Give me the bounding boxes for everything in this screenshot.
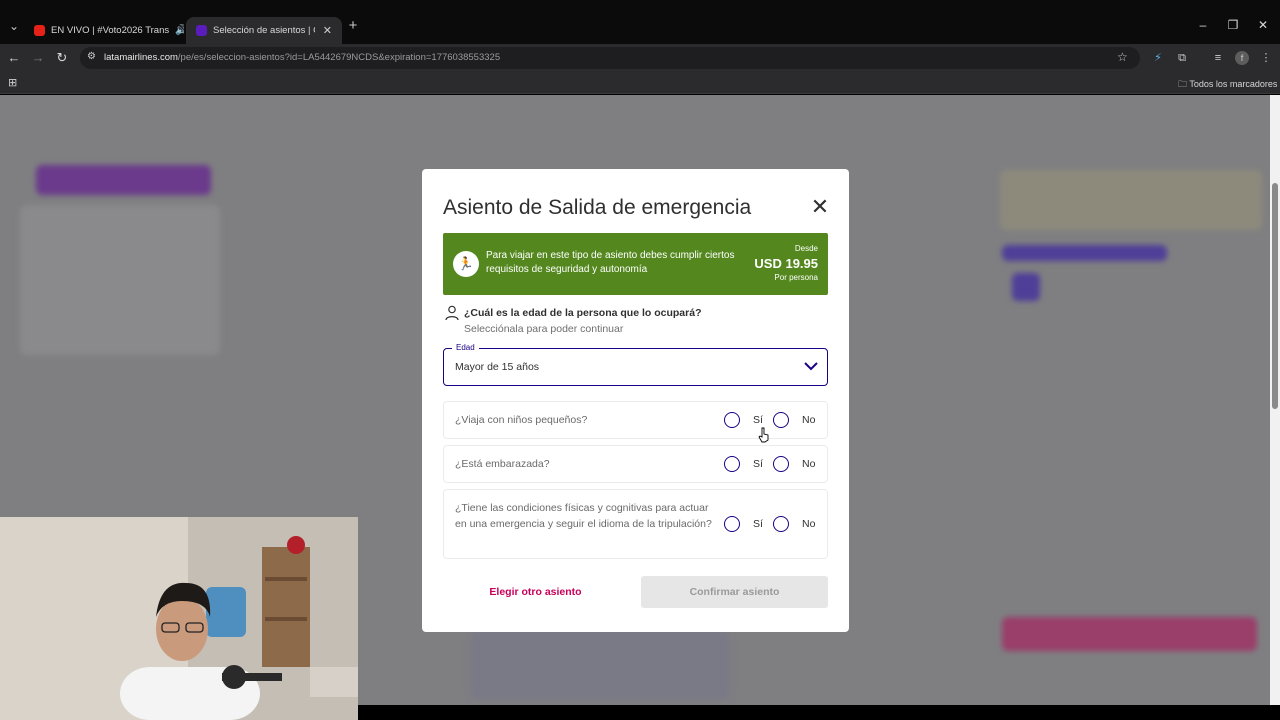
radio-yes[interactable] bbox=[724, 412, 740, 428]
radio-no-label: No bbox=[802, 518, 816, 530]
requirements-banner: 🏃 Para viajar en este tipo de asiento de… bbox=[443, 233, 828, 295]
apps-grid-icon[interactable]: ⊞ bbox=[8, 76, 17, 89]
page-scrollbar[interactable] bbox=[1270, 95, 1280, 705]
background-panel bbox=[1000, 170, 1262, 230]
background-panel bbox=[1002, 245, 1167, 261]
close-tab-icon[interactable]: ✕ bbox=[323, 24, 332, 37]
back-icon[interactable]: ← bbox=[6, 50, 22, 66]
radio-no[interactable] bbox=[773, 516, 789, 532]
new-tab-icon[interactable]: + bbox=[345, 18, 361, 34]
menu-kebab-icon[interactable]: ⋮ bbox=[1258, 50, 1274, 66]
radio-yes[interactable] bbox=[724, 456, 740, 472]
chevron-down-icon bbox=[804, 362, 818, 371]
address-bar[interactable]: ⚙ latamairlines.com/pe/es/seleccion-asie… bbox=[80, 47, 1140, 69]
question-pregnant-row: ¿Está embarazada? Sí No bbox=[443, 445, 828, 483]
background-panel bbox=[470, 630, 730, 700]
choose-other-seat-button[interactable]: Elegir otro asiento bbox=[443, 576, 628, 608]
question-text: ¿Tiene las condiciones físicas y cogniti… bbox=[455, 502, 712, 530]
bookmarks-bar: ⊞ 🗀 Todos los marcadores bbox=[0, 72, 1280, 94]
browser-tab-strip: ⌄ EN VIVO | #Voto2026 Trans 🔊 ✕ Selecció… bbox=[0, 0, 1280, 44]
background-panel bbox=[20, 205, 220, 355]
folder-icon: 🗀 bbox=[1178, 79, 1188, 89]
background-panel bbox=[36, 165, 211, 195]
tab-youtube-live[interactable]: EN VIVO | #Voto2026 Trans 🔊 ✕ bbox=[24, 17, 184, 44]
site-info-icon[interactable]: ⚙ bbox=[87, 51, 96, 62]
tab-title: EN VIVO | #Voto2026 Trans bbox=[51, 25, 170, 36]
question-children-row: ¿Viaja con niños pequeños? Sí No bbox=[443, 401, 828, 439]
forward-icon[interactable]: → bbox=[30, 50, 46, 66]
question-text: ¿Está embarazada? bbox=[455, 458, 550, 470]
age-select[interactable]: Edad Mayor de 15 años bbox=[443, 343, 828, 386]
price-from-label: Desde bbox=[794, 244, 818, 253]
dialog-title: Asiento de Salida de emergencia bbox=[443, 196, 752, 219]
age-select-value: Mayor de 15 años bbox=[455, 361, 540, 373]
speaker-icon[interactable]: 🔊 bbox=[175, 25, 184, 36]
extensions-icon[interactable]: ⧉ bbox=[1174, 50, 1190, 66]
browser-toolbar: ← → ↻ ⚙ latamairlines.com/pe/es/seleccio… bbox=[0, 44, 1280, 72]
bookmark-star-icon[interactable]: ☆ bbox=[1117, 50, 1128, 64]
age-select-label: Edad bbox=[452, 343, 479, 352]
radio-no-label: No bbox=[802, 414, 816, 426]
radio-yes[interactable] bbox=[724, 516, 740, 532]
hand-cursor-icon bbox=[758, 427, 769, 443]
seat-price: USD 19.95 bbox=[754, 256, 818, 271]
radio-yes-label: Sí bbox=[753, 458, 763, 470]
all-bookmarks-folder[interactable]: 🗀 Todos los marcadores bbox=[1178, 77, 1277, 93]
translate-extension-icon[interactable]: ⚡ bbox=[1150, 50, 1166, 66]
restore-icon[interactable]: ❐ bbox=[1218, 18, 1248, 32]
radio-yes-label: Sí bbox=[753, 518, 763, 530]
minimize-icon[interactable]: – bbox=[1188, 18, 1218, 32]
webcam-person-image bbox=[0, 517, 358, 720]
tab-search-chevron-icon[interactable]: ⌄ bbox=[6, 18, 22, 34]
media-controls-icon[interactable]: ≡ bbox=[1210, 50, 1226, 66]
scrollbar-thumb[interactable] bbox=[1272, 183, 1278, 409]
age-hint: Selecciónala para poder continuar bbox=[464, 323, 624, 335]
person-icon bbox=[445, 305, 459, 321]
banner-text: Para viajar en este tipo de asiento debe… bbox=[486, 250, 735, 275]
reload-icon[interactable]: ↻ bbox=[54, 50, 70, 66]
youtube-icon bbox=[34, 25, 45, 36]
emergency-exit-seat-dialog: Asiento de Salida de emergencia ✕ 🏃 Para… bbox=[422, 169, 849, 632]
question-conditions-row: ¿Tiene las condiciones físicas y cogniti… bbox=[443, 489, 828, 559]
radio-yes-label: Sí bbox=[753, 414, 763, 426]
question-text: ¿Viaja con niños pequeños? bbox=[455, 414, 588, 426]
tab-seat-selection[interactable]: Selección de asientos | Compra ✕ bbox=[186, 17, 342, 44]
close-window-icon[interactable]: ✕ bbox=[1248, 18, 1278, 32]
radio-no-label: No bbox=[802, 458, 816, 470]
background-panel bbox=[1012, 273, 1040, 301]
webcam-overlay bbox=[0, 517, 358, 720]
radio-no[interactable] bbox=[773, 456, 789, 472]
age-question: ¿Cuál es la edad de la persona que lo oc… bbox=[464, 307, 702, 319]
url-text: latamairlines.com/pe/es/seleccion-asient… bbox=[104, 52, 501, 63]
tab-title: Selección de asientos | Compra bbox=[213, 25, 315, 36]
close-dialog-button[interactable]: ✕ bbox=[809, 196, 831, 218]
price-per-label: Por persona bbox=[774, 273, 818, 282]
emergency-exit-icon: 🏃 bbox=[453, 251, 479, 277]
background-panel bbox=[1002, 617, 1257, 651]
latam-favicon-icon bbox=[196, 25, 207, 36]
profile-avatar[interactable]: f bbox=[1234, 50, 1250, 66]
confirm-seat-button[interactable]: Confirmar asiento bbox=[641, 576, 828, 608]
radio-no[interactable] bbox=[773, 412, 789, 428]
